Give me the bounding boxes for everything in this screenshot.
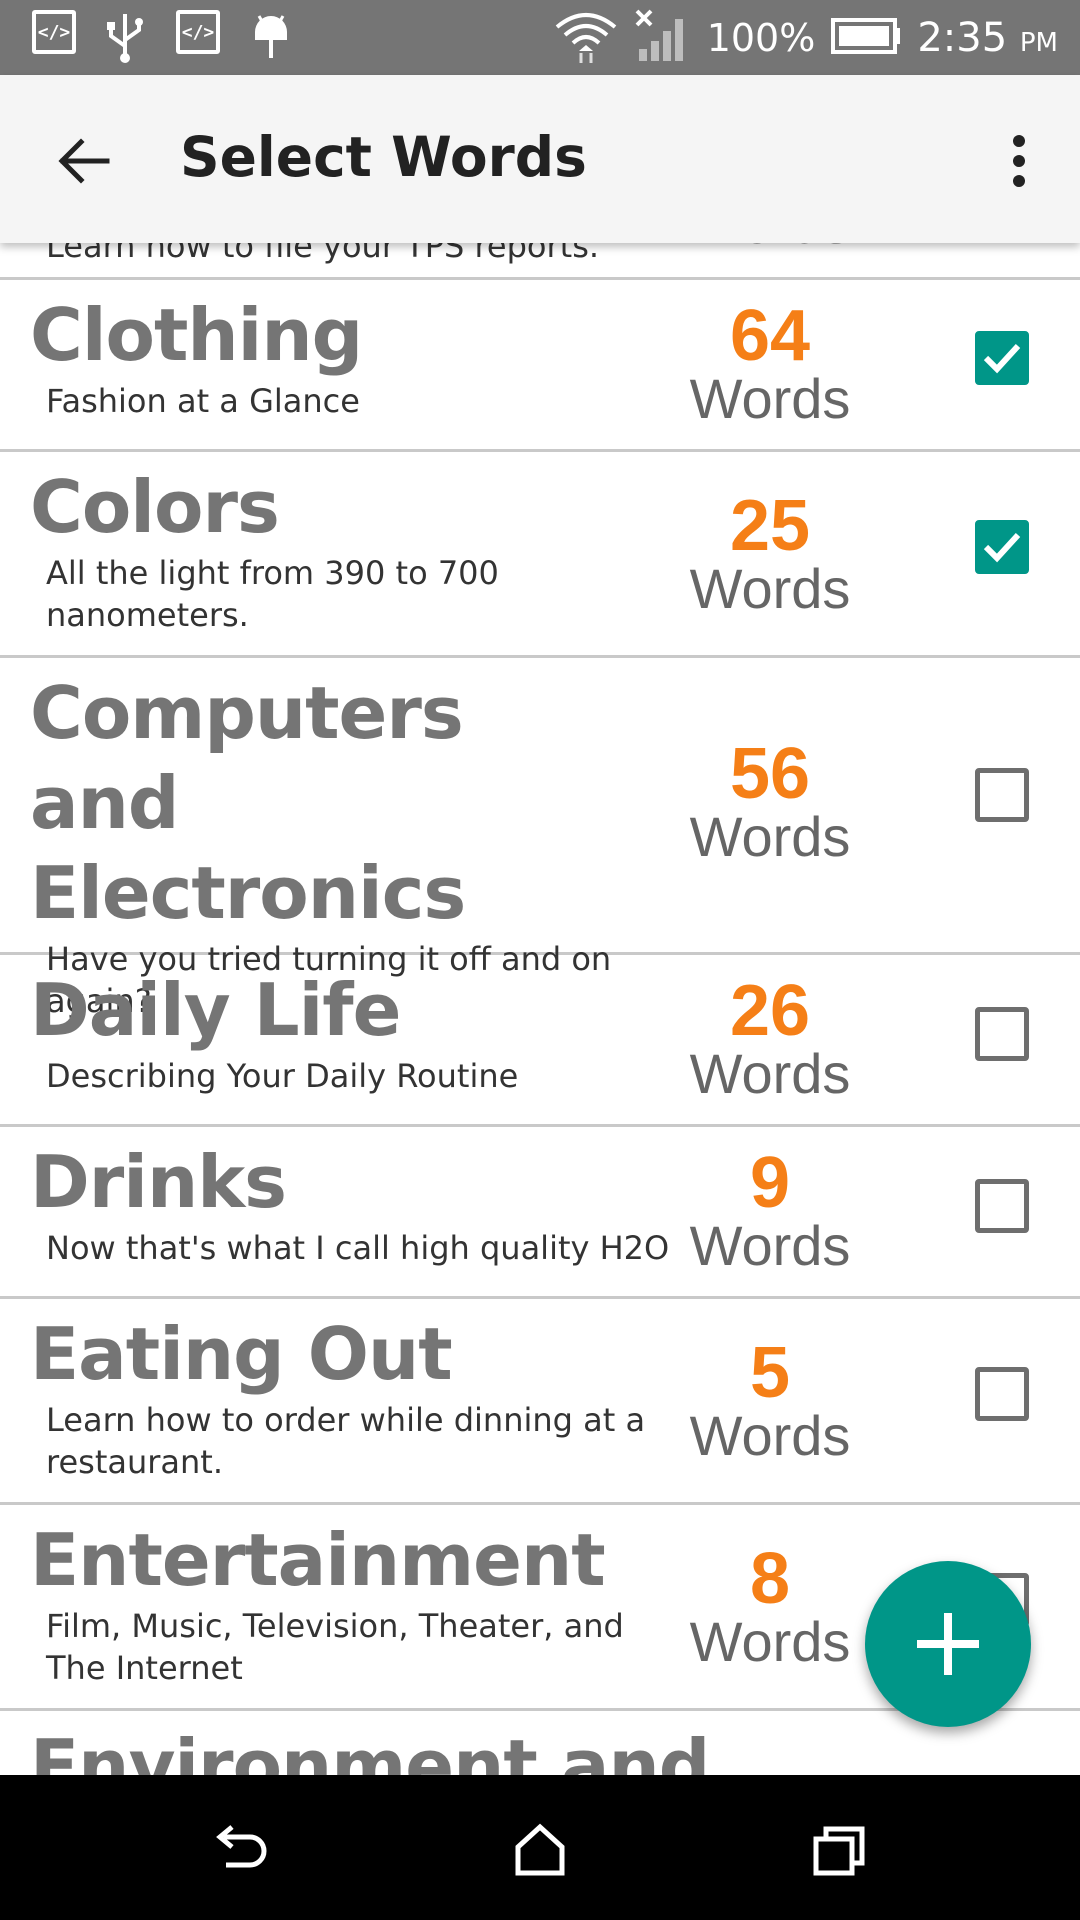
nav-home-button[interactable] [495,1805,585,1895]
word-count: 64 [729,296,811,376]
word-count: 25 [729,486,811,566]
list-item[interactable]: Clothing Fashion at a Glance 64 Words [0,280,1080,452]
category-list[interactable]: Learn how to file your TPS reports. Word… [0,243,1080,1775]
category-title: Eating Out [30,1312,453,1396]
usb-icon [100,10,150,64]
add-category-fab[interactable] [865,1561,1031,1727]
category-checkbox[interactable] [975,1367,1029,1421]
category-description: Film, Music, Television, Theater, and Th… [46,1607,624,1687]
code-icon: </> [176,10,220,54]
recents-icon [813,1826,865,1876]
list-item[interactable]: Colors All the light from 390 to 700 nan… [0,452,1080,658]
category-title: Daily Life [30,968,401,1052]
category-description: Now that's what I call high quality H2O [46,1229,670,1267]
category-description: Describing Your Daily Routine [46,1057,519,1095]
word-count: 9 [749,1143,791,1223]
android-icon [246,10,296,64]
category-title: Colors [30,465,280,549]
word-count-label: Words [689,1404,851,1467]
list-item[interactable]: Drinks Now that's what I call high quali… [0,1127,1080,1299]
word-count-label: Words [689,1214,851,1277]
code-icon: </> [32,10,76,54]
back-button[interactable] [44,121,124,201]
wifi-icon [553,9,619,67]
word-count: 26 [729,971,811,1051]
category-title: Entertainment [30,1518,606,1602]
clock-ampm: PM [1019,27,1058,58]
category-description: Learn how to order while dinning at a re… [46,1401,646,1481]
check-icon [983,343,1021,374]
category-checkbox[interactable] [975,1007,1029,1061]
more-vert-icon [1013,135,1025,187]
plus-icon [917,1613,979,1675]
category-checkbox[interactable] [975,520,1029,574]
nav-recents-button[interactable] [795,1805,885,1895]
app-bar: Select Words [0,75,1080,243]
battery-percent: 100% [706,15,816,60]
category-checkbox[interactable] [975,1179,1029,1233]
category-title: Clothing [30,293,363,377]
word-count: 8 [749,1539,791,1619]
category-title: Environment and [30,1724,710,1775]
word-count-label: Words [689,1610,851,1673]
check-icon [983,532,1021,563]
category-checkbox[interactable] [975,331,1029,385]
word-count-label: Words [675,243,865,253]
home-icon [515,1823,565,1876]
word-count: 5 [749,1333,791,1413]
list-item[interactable]: Daily Life Describing Your Daily Routine… [0,955,1080,1127]
category-description: Fashion at a Glance [46,382,360,420]
clock: 2:35 PM [917,15,1058,61]
battery-icon [831,16,901,60]
signal-icon [635,9,691,67]
category-description: All the light from 390 to 700 nanometers… [46,554,499,634]
category-title: Drinks [30,1140,287,1224]
word-count-label: Words [689,557,851,620]
list-item[interactable]: Eating Out Learn how to order while dinn… [0,1299,1080,1505]
category-description: Learn how to file your TPS reports. [46,243,600,265]
list-item[interactable]: Computers and Electronics Have you tried… [0,658,1080,1020]
category-checkbox[interactable] [975,768,1029,822]
arrow-back-icon [58,138,110,184]
list-item[interactable]: Learn how to file your TPS reports. Word… [0,243,1080,280]
clock-time: 2:35 [917,14,1008,61]
back-icon [216,1825,267,1868]
category-title: Computers and Electronics [30,671,466,935]
overflow-menu-button[interactable] [984,121,1054,201]
nav-back-button[interactable] [195,1805,285,1895]
word-count: 56 [729,734,811,814]
word-count-label: Words [689,1042,851,1105]
page-title: Select Words [180,125,587,189]
status-bar: </> </> 100% 2:35 PM [0,0,1080,75]
system-nav-bar [0,1775,1080,1920]
word-count-label: Words [689,367,851,430]
word-count-label: Words [689,805,851,868]
